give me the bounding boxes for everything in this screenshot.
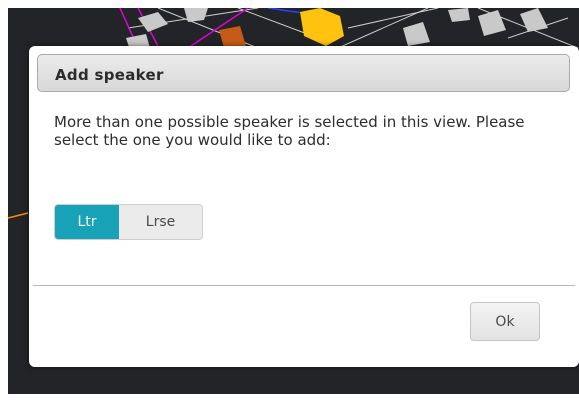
dialog-header: Add speaker xyxy=(37,54,570,92)
speaker-option-ltr[interactable]: Ltr xyxy=(55,205,119,239)
add-speaker-dialog: Add speaker More than one possible speak… xyxy=(29,46,579,367)
dialog-title: Add speaker xyxy=(55,66,164,84)
dialog-message: More than one possible speaker is select… xyxy=(54,113,525,149)
speaker-option-lrse[interactable]: Lrse xyxy=(119,205,202,239)
speaker-choice-toggle: Ltr Lrse xyxy=(54,204,203,240)
dialog-divider xyxy=(33,285,575,286)
ok-button[interactable]: Ok xyxy=(470,302,540,341)
